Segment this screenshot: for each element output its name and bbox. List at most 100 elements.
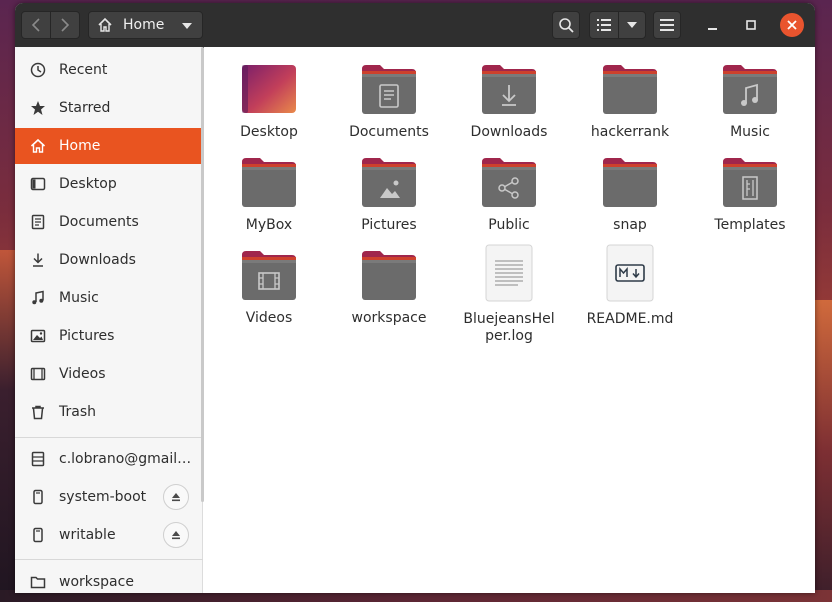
file-name: Templates <box>714 217 786 233</box>
sidebar-item-pictures[interactable]: Pictures <box>15 318 203 354</box>
desktop-icon <box>27 173 49 195</box>
location-label: Home <box>123 17 165 33</box>
file-item-music[interactable]: Music <box>690 63 810 141</box>
main-menu-button[interactable] <box>653 11 681 39</box>
sidebar-item-music[interactable]: Music <box>15 280 203 316</box>
network-drive-icon <box>27 448 49 470</box>
desktop-folder-icon <box>240 63 298 115</box>
sidebar-item-recent[interactable]: Recent <box>15 52 203 88</box>
desktop-wallpaper-right <box>814 300 832 602</box>
sidebar-item-videos[interactable]: Videos <box>15 356 203 392</box>
file-item-readme-md[interactable]: README.md <box>570 244 690 328</box>
sidebar-item-label: Documents <box>59 214 139 230</box>
file-item-bluejeanshelper-log[interactable]: BluejeansHel per.log <box>449 244 569 345</box>
file-name: hackerrank <box>590 124 670 140</box>
list-view-icon <box>597 19 611 31</box>
drive-icon <box>27 486 49 508</box>
location-path-button[interactable]: Home <box>88 11 203 39</box>
maximize-button[interactable] <box>739 13 763 37</box>
file-grid: Desktop Documents Downloads hackerrank Music… <box>204 47 815 593</box>
sidebar-item-label: Home <box>59 138 101 154</box>
drive-icon <box>27 524 49 546</box>
sidebar-item-desktop[interactable]: Desktop <box>15 166 203 202</box>
view-options-dropdown[interactable] <box>618 11 646 39</box>
file-item-snap[interactable]: snap <box>570 156 690 234</box>
sidebar-item-label: system-boot <box>59 489 147 505</box>
sidebar-item-label: Recent <box>59 62 108 78</box>
sidebar-item-downloads[interactable]: Downloads <box>15 242 203 278</box>
sidebar-separator <box>15 437 203 438</box>
sidebar-item-workspace-bookmark[interactable]: workspace <box>15 564 203 593</box>
chevron-left-icon <box>31 18 40 32</box>
picture-folder-icon <box>360 156 418 208</box>
sidebar-separator <box>15 559 203 560</box>
back-button[interactable] <box>21 11 51 39</box>
file-manager-window: Home Recent Starred Home Desktop Documen… <box>15 3 815 593</box>
file-name: Desktop <box>240 124 298 140</box>
close-button[interactable] <box>780 13 804 37</box>
file-item-videos[interactable]: Videos <box>209 249 329 327</box>
sidebar-item-trash[interactable]: Trash <box>15 394 203 430</box>
minimize-button[interactable] <box>701 13 725 37</box>
maximize-icon <box>746 20 756 30</box>
sidebar-item-system-boot[interactable]: system-boot <box>15 479 203 515</box>
desktop-wallpaper-left <box>0 250 16 602</box>
file-item-workspace[interactable]: workspace <box>329 249 449 327</box>
file-name: Pictures <box>361 217 417 233</box>
close-icon <box>787 20 797 30</box>
download-folder-icon <box>480 63 538 115</box>
sidebar: Recent Starred Home Desktop Documents Do… <box>15 47 204 593</box>
file-item-mybox[interactable]: MyBox <box>209 156 329 234</box>
file-name: snap <box>613 217 647 233</box>
file-item-pictures[interactable]: Pictures <box>329 156 449 234</box>
eject-icon <box>172 531 180 540</box>
file-item-public[interactable]: Public <box>449 156 569 234</box>
sidebar-item-label: Desktop <box>59 176 117 192</box>
markdown-file-icon <box>601 244 659 302</box>
sidebar-item-documents[interactable]: Documents <box>15 204 203 240</box>
file-name: MyBox <box>245 217 293 233</box>
sidebar-item-label: Downloads <box>59 252 136 268</box>
file-name: Documents <box>349 124 429 140</box>
file-name: Public <box>488 217 530 233</box>
folder-icon <box>27 571 49 593</box>
file-name: Videos <box>245 310 293 326</box>
sidebar-item-writable[interactable]: writable <box>15 517 203 553</box>
sidebar-item-starred[interactable]: Starred <box>15 90 203 126</box>
file-item-downloads[interactable]: Downloads <box>449 63 569 141</box>
sidebar-item-label: Pictures <box>59 328 115 344</box>
file-name: workspace <box>351 310 427 326</box>
search-button[interactable] <box>552 11 580 39</box>
video-icon <box>27 363 49 385</box>
file-item-desktop[interactable]: Desktop <box>209 63 329 141</box>
file-item-templates[interactable]: Templates <box>690 156 810 234</box>
document-icon <box>27 211 49 233</box>
share-folder-icon <box>480 156 538 208</box>
chevron-down-icon <box>627 22 637 28</box>
folder-icon <box>601 156 659 208</box>
file-item-hackerrank[interactable]: hackerrank <box>570 63 690 141</box>
sidebar-item-network-account[interactable]: c.lobrano@gmail… <box>15 441 203 477</box>
file-name: README.md <box>586 311 674 327</box>
trash-icon <box>27 401 49 423</box>
forward-button[interactable] <box>50 11 80 39</box>
file-item-documents[interactable]: Documents <box>329 63 449 141</box>
folder-icon <box>240 156 298 208</box>
list-view-button[interactable] <box>589 11 619 39</box>
sidebar-item-label: Trash <box>59 404 96 420</box>
picture-icon <box>27 325 49 347</box>
sidebar-item-label: Music <box>59 290 99 306</box>
sidebar-item-label: c.lobrano@gmail… <box>59 451 192 467</box>
star-icon <box>27 97 49 119</box>
eject-button[interactable] <box>163 484 189 510</box>
eject-icon <box>172 493 180 502</box>
home-icon <box>98 17 112 32</box>
minimize-icon <box>708 28 717 30</box>
file-name: BluejeansHel per.log <box>463 311 555 344</box>
sidebar-item-label: Videos <box>59 366 106 382</box>
sidebar-item-home[interactable]: Home <box>15 128 203 164</box>
eject-button[interactable] <box>163 522 189 548</box>
video-folder-icon <box>240 249 298 301</box>
clock-icon <box>27 59 49 81</box>
header-bar: Home <box>15 3 815 48</box>
